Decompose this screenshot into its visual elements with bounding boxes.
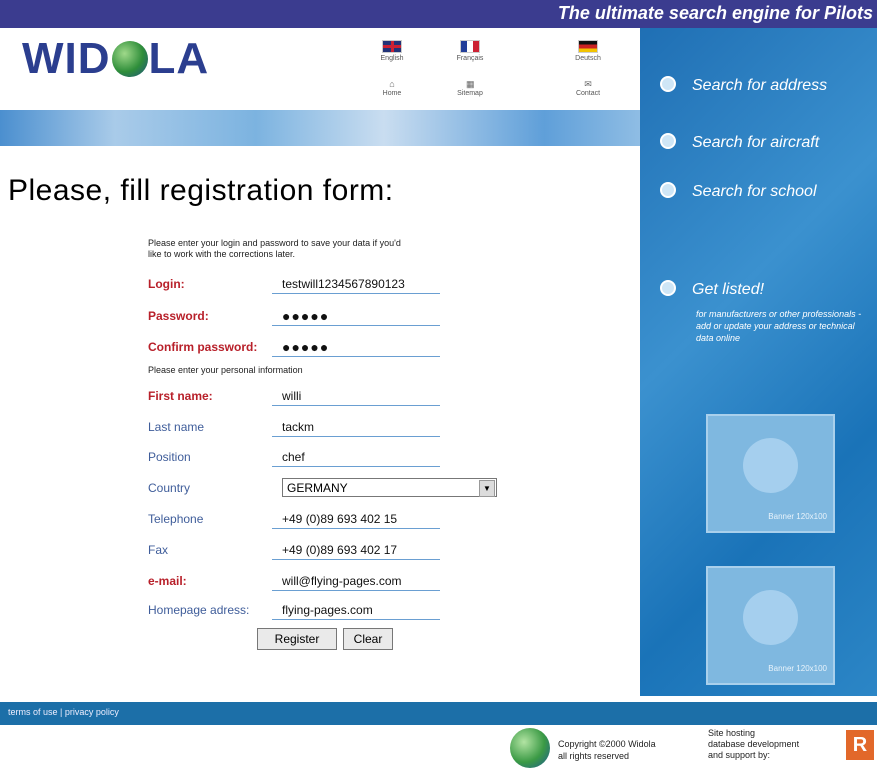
logo-text-right: LA — [148, 34, 210, 83]
home-icon: ⌂ — [389, 79, 395, 89]
developer-line: database development — [708, 739, 800, 749]
sidebar-item-search-address[interactable]: Search for address — [660, 76, 827, 95]
password-input[interactable]: ●●●●● — [272, 306, 440, 326]
personal-info-hint: Please enter your personal information — [148, 365, 303, 375]
country-label: Country — [148, 481, 191, 495]
contact-label: Contact — [575, 90, 601, 97]
copyright-line: all rights reserved — [558, 751, 630, 761]
first-name-input[interactable]: willi — [272, 386, 440, 406]
email-label: e-mail: — [148, 574, 187, 588]
bullet-icon — [660, 182, 676, 198]
position-input[interactable]: chef — [272, 447, 440, 467]
clear-button[interactable]: Clear — [343, 628, 393, 650]
login-input[interactable]: testwill1234567890123 — [272, 274, 440, 294]
france-flag-icon — [460, 40, 480, 53]
sitemap-icon: ▦ — [466, 79, 475, 89]
ad-placeholder-icon — [743, 590, 798, 645]
sidebar-item-label: Search for school — [692, 183, 817, 200]
confirm-password-input[interactable]: ●●●●● — [272, 337, 440, 357]
position-label: Position — [148, 450, 191, 464]
fax-label: Fax — [148, 543, 169, 557]
sidebar-item-search-aircraft[interactable]: Search for aircraft — [660, 133, 819, 152]
ad-placeholder-icon — [743, 438, 798, 493]
tagline: The ultimate search engine for Pilots — [557, 3, 873, 23]
developer-line: and support by: — [708, 750, 771, 760]
password-label: Password: — [148, 309, 209, 323]
developer-line: Site hosting — [708, 728, 756, 738]
uk-flag-icon — [382, 40, 402, 53]
telephone-input[interactable]: +49 (0)89 693 402 15 — [272, 509, 440, 529]
bullet-icon — [660, 133, 676, 149]
language-german[interactable]: Deutsch — [558, 40, 618, 62]
home-label: Home — [382, 90, 402, 97]
country-value: GERMANY — [287, 481, 348, 495]
sitemap-link[interactable]: ▦ Sitemap — [440, 79, 500, 98]
ad-text: Banner 120x100 — [768, 664, 827, 673]
sidebar-item-search-school[interactable]: Search for school — [660, 182, 817, 201]
login-label: Login: — [148, 277, 185, 291]
ad-banner[interactable]: Banner 120x100 — [706, 414, 835, 533]
copyright: Copyright ©2000 Widola all rights reserv… — [558, 738, 656, 762]
sitemap-label: Sitemap — [457, 90, 483, 97]
sidebar-item-label: Search for aircraft — [692, 134, 820, 151]
footer-link[interactable]: terms of use | privacy policy — [8, 707, 119, 717]
homepage-input[interactable]: flying-pages.com — [272, 600, 440, 620]
language-label: Deutsch — [575, 55, 601, 62]
sidebar-item-get-listed[interactable]: Get listed! — [660, 280, 764, 299]
contact-link[interactable]: ✉ Contact — [558, 79, 618, 98]
register-button[interactable]: Register — [257, 628, 337, 650]
globe-icon — [510, 728, 550, 768]
homepage-label: Homepage adress: — [148, 603, 250, 617]
developer-note: Site hosting database development and su… — [708, 728, 799, 761]
first-name-label: First name: — [148, 389, 213, 403]
confirm-password-label: Confirm password: — [148, 340, 258, 354]
last-name-input[interactable]: tackm — [272, 417, 440, 437]
sidebar-item-label: Get listed! — [692, 281, 765, 298]
dropdown-arrow-icon[interactable]: ▼ — [479, 480, 495, 497]
language-label: English — [380, 55, 404, 62]
ad-banner[interactable]: Banner 120x100 — [706, 566, 835, 685]
telephone-label: Telephone — [148, 512, 204, 526]
home-link[interactable]: ⌂ Home — [362, 79, 422, 98]
copyright-line: Copyright ©2000 Widola — [558, 739, 656, 749]
logo[interactable]: WID LA — [22, 34, 209, 84]
intro-text: Please enter your login and password to … — [148, 238, 401, 259]
footer-bar — [0, 702, 877, 725]
bullet-icon — [660, 76, 676, 92]
country-select[interactable]: GERMANY ▼ — [282, 478, 497, 497]
sky-banner — [0, 110, 640, 146]
fax-input[interactable]: +49 (0)89 693 402 17 — [272, 540, 440, 560]
germany-flag-icon — [578, 40, 598, 53]
language-english[interactable]: English — [362, 40, 422, 62]
bullet-icon — [660, 280, 676, 296]
globe-icon — [111, 41, 148, 77]
mail-icon: ✉ — [584, 79, 592, 89]
logo-text-left: WID — [22, 34, 111, 83]
language-label: Français — [456, 55, 484, 62]
get-listed-description: for manufacturers or other professionals… — [696, 309, 862, 343]
language-french[interactable]: Français — [440, 40, 500, 62]
email-input[interactable]: will@flying-pages.com — [272, 571, 440, 591]
page-title: Please, fill registration form: — [8, 174, 394, 207]
sidebar-item-label: Search for address — [692, 77, 828, 94]
last-name-label: Last name — [148, 420, 205, 434]
developer-logo-icon[interactable]: R — [846, 730, 874, 760]
ad-text: Banner 120x100 — [768, 512, 827, 521]
